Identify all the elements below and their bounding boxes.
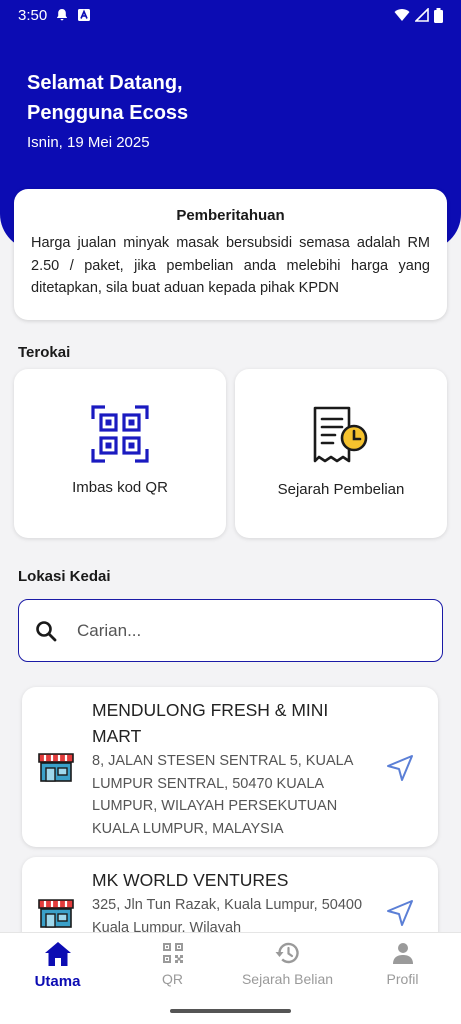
home-icon xyxy=(44,942,71,966)
nav-tab-profile[interactable]: Profil xyxy=(345,941,460,987)
nav-label-profile: Profil xyxy=(386,971,419,987)
home-indicator[interactable] xyxy=(170,1009,291,1013)
signal-icon xyxy=(415,8,429,22)
shop-list-item[interactable]: MENDULONG FRESH & MINI MART 8, JALAN STE… xyxy=(22,687,438,847)
welcome-heading: Selamat Datang, Pengguna Ecoss xyxy=(27,68,188,128)
status-bar: 3:50 xyxy=(0,0,461,30)
navigate-icon[interactable] xyxy=(386,754,414,782)
nav-tab-qr[interactable]: QR xyxy=(115,941,230,987)
battery-icon xyxy=(434,7,443,23)
nav-tab-home[interactable]: Utama xyxy=(0,941,115,990)
search-placeholder: Carian... xyxy=(77,620,142,640)
explore-section-label: Terokai xyxy=(18,344,71,361)
notification-bell-icon xyxy=(57,9,68,21)
a-badge-icon xyxy=(78,9,91,21)
shop-name: MK WORLD VENTURES xyxy=(92,870,289,890)
person-icon xyxy=(392,943,413,964)
purchase-history-label: Sejarah Pembelian xyxy=(277,481,405,498)
shop-storefront-icon xyxy=(38,753,74,782)
notice-card: Pemberitahuan Harga jualan minyak masak … xyxy=(14,189,447,320)
status-time: 3:50 xyxy=(18,6,48,24)
nav-tab-purchase-history[interactable]: Sejarah Belian xyxy=(230,941,345,987)
wifi-icon xyxy=(394,9,410,21)
notice-title: Pemberitahuan xyxy=(176,207,285,224)
welcome-line-2: Pengguna Ecoss xyxy=(27,102,189,124)
shop-name: MENDULONG FRESH & MINI MART xyxy=(92,700,329,746)
search-input[interactable]: Carian... xyxy=(18,599,443,662)
shop-address: 8, JALAN STESEN SENTRAL 5, KUALA LUMPUR … xyxy=(92,753,353,837)
locations-section-label: Lokasi Kedai xyxy=(18,568,111,585)
notice-body: Harga jualan minyak masak bersubsidi sem… xyxy=(31,235,430,296)
nav-label-purchase-history: Sejarah Belian xyxy=(241,971,334,987)
scan-qr-card[interactable]: Imbas kod QR xyxy=(14,369,226,538)
scan-qr-label: Imbas kod QR xyxy=(72,479,168,496)
qr-scan-icon xyxy=(91,405,149,463)
shop-storefront-icon xyxy=(38,899,74,928)
welcome-line-1: Selamat Datang, xyxy=(27,72,183,94)
nav-label-qr: QR xyxy=(162,971,183,987)
navigate-icon[interactable] xyxy=(386,899,414,927)
qr-icon xyxy=(162,943,183,963)
purchase-history-card[interactable]: Sejarah Pembelian xyxy=(235,369,447,538)
receipt-history-icon xyxy=(313,406,368,463)
nav-label-home: Utama xyxy=(34,973,81,990)
current-date: Isnin, 19 Mei 2025 xyxy=(27,134,150,151)
history-icon xyxy=(275,942,299,964)
search-icon xyxy=(36,620,57,641)
